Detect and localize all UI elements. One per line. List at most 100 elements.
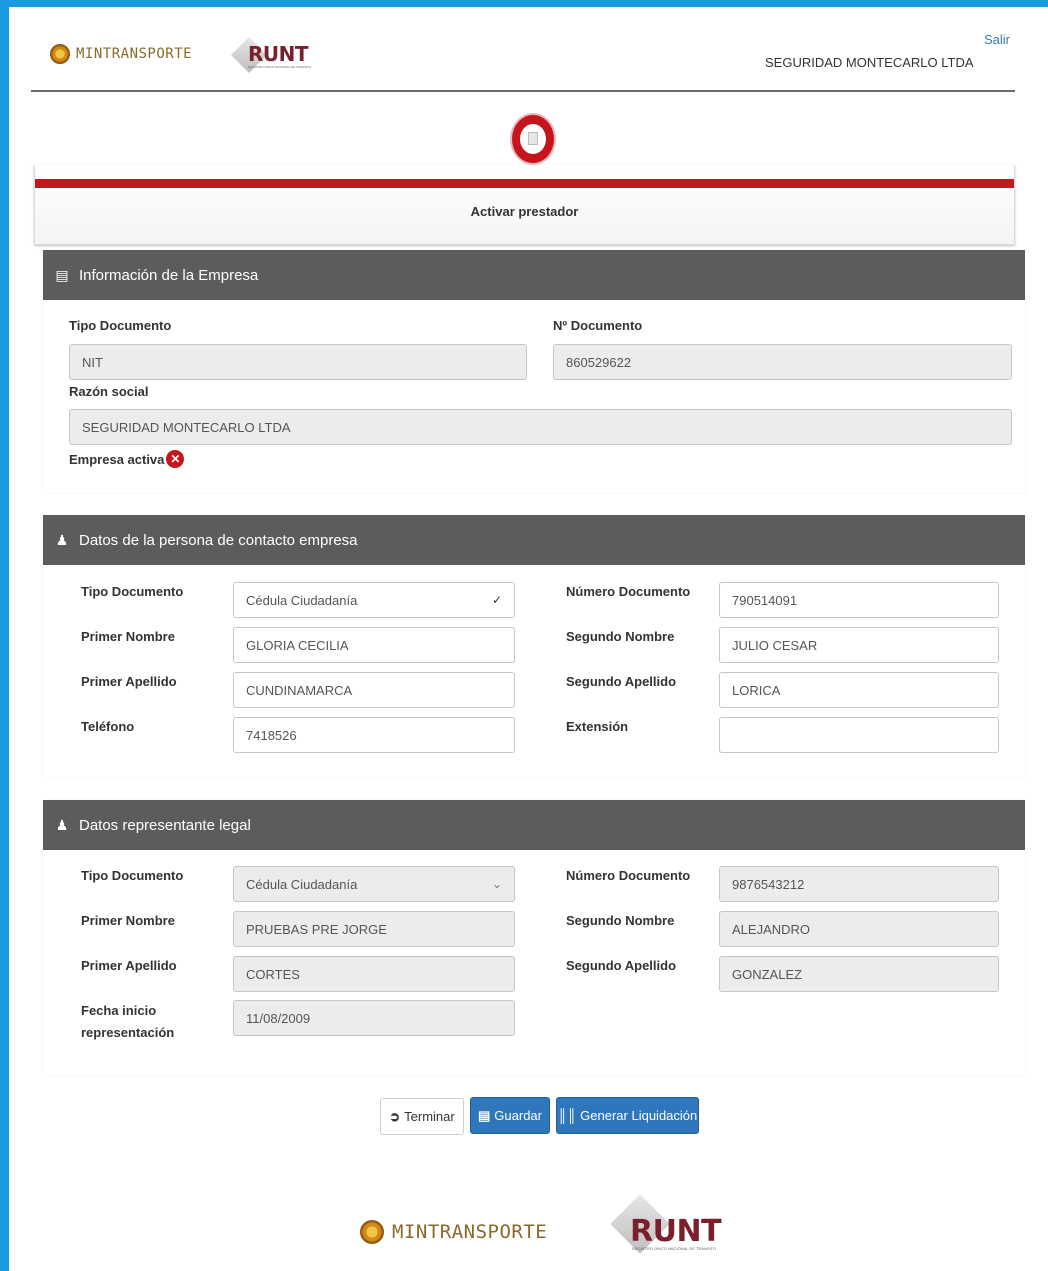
legal-rep-start-date-value: 11/08/2009 [246, 1010, 311, 1026]
footer-mintransporte-text: MINTRANSPORTE [392, 1221, 548, 1243]
contact-second-name-input[interactable]: JULIO CESAR [719, 627, 999, 663]
step-indicator [512, 115, 554, 163]
contact-first-surname-value: CUNDINAMARCA [246, 682, 353, 698]
legal-rep-second-surname-value: GONZALEZ [732, 966, 803, 982]
company-active-label: Empresa activa [69, 451, 165, 467]
header-company-name: SEGURIDAD MONTECARLO LTDA [765, 55, 974, 70]
step-progress-bar [35, 179, 1014, 188]
legal-rep-doc-type-value: Cédula Ciudadanía [246, 876, 358, 892]
contact-panel: ♟ Datos de la persona de contacto empres… [43, 515, 1025, 777]
contact-first-name-input[interactable]: GLORIA CECILIA [233, 627, 515, 663]
legal-rep-panel: ♟ Datos representante legal Tipo Documen… [43, 800, 1025, 1076]
chevron-down-icon: ⌄ [491, 877, 502, 891]
legal-rep-start-date-label-line1: Fecha inicio [81, 1003, 157, 1018]
contact-extension-input[interactable] [719, 717, 999, 753]
user-icon: ♟ [55, 531, 69, 548]
legal-rep-doc-type-select[interactable]: Cédula Ciudadanía ⌄ [233, 866, 515, 902]
terminate-button[interactable]: ➲ Terminar [380, 1098, 464, 1135]
exit-icon: ➲ [389, 1108, 401, 1124]
logout-link[interactable]: Salir [984, 32, 1010, 47]
footer-mintransporte-logo: MINTRANSPORTE [360, 1220, 547, 1244]
contact-header: ♟ Datos de la persona de contacto empres… [43, 515, 1025, 565]
contact-second-surname-value: LORICA [732, 682, 781, 698]
contact-doc-type-label: Tipo Documento [81, 584, 184, 599]
footer-runt-text: RUNT [630, 1214, 722, 1249]
terminate-button-label: Terminar [404, 1109, 455, 1124]
company-doc-number-field[interactable]: 860529622 [553, 344, 1012, 380]
mintransporte-logo: MINTRANSPORTE [50, 44, 192, 64]
legal-rep-doc-number-label: Número Documento [566, 868, 691, 883]
company-doc-type-value: NIT [82, 354, 103, 370]
contact-second-surname-input[interactable]: LORICA [719, 672, 999, 708]
contact-doc-number-input[interactable]: 790514091 [719, 582, 999, 618]
company-info-panel: ▤ Información de la Empresa Tipo Documen… [43, 250, 1025, 493]
legal-rep-start-date-label: Fecha inicio representación [81, 1000, 174, 1044]
legal-rep-first-name-field[interactable]: PRUEBAS PRE JORGE [233, 911, 515, 947]
contact-title: Datos de la persona de contacto empresa [79, 531, 358, 549]
contact-first-name-value: GLORIA CECILIA [246, 637, 349, 653]
save-button-label: Guardar [494, 1108, 542, 1123]
window-frame-left [0, 0, 9, 1271]
company-name-label: Razón social [69, 384, 149, 399]
footer-runt-subtitle: REGISTRO ÚNICO NACIONAL DE TRÁNSITO [632, 1246, 717, 1251]
contact-first-surname-label: Primer Apellido [81, 674, 177, 689]
user-icon: ♟ [55, 816, 69, 833]
legal-rep-second-surname-label: Segundo Apellido [566, 958, 677, 973]
colombia-seal-icon [50, 44, 70, 64]
company-name-field[interactable]: SEGURIDAD MONTECARLO LTDA [69, 409, 1012, 445]
company-info-header: ▤ Información de la Empresa [43, 250, 1025, 300]
legal-rep-first-surname-value: CORTES [246, 966, 300, 982]
contact-doc-number-value: 790514091 [732, 592, 798, 608]
contact-second-name-label: Segundo Nombre [566, 629, 675, 644]
contact-first-name-label: Primer Nombre [81, 629, 175, 644]
runt-logo-subtitle: REGISTRO ÚNICO NACIONAL DE TRÁNSITO [248, 65, 312, 69]
legal-rep-first-surname-label: Primer Apellido [81, 958, 177, 973]
company-doc-type-field[interactable]: NIT [69, 344, 527, 380]
legal-rep-first-name-label: Primer Nombre [81, 913, 175, 928]
contact-second-name-value: JULIO CESAR [732, 637, 818, 653]
legal-rep-second-surname-field[interactable]: GONZALEZ [719, 956, 999, 992]
colombia-seal-icon [360, 1220, 384, 1244]
legal-rep-title: Datos representante legal [79, 816, 251, 834]
legal-rep-second-name-label: Segundo Nombre [566, 913, 675, 928]
legal-rep-start-date-label-line2: representación [81, 1025, 175, 1040]
company-active-status: Empresa activa ✕ [69, 450, 185, 468]
x-circle-icon: ✕ [166, 450, 185, 468]
footer-runt-logo: RUNT REGISTRO ÚNICO NACIONAL DE TRÁNSITO [610, 1194, 732, 1256]
header-divider [31, 90, 1015, 92]
company-doc-type-label: Tipo Documento [69, 318, 172, 333]
legal-rep-second-name-field[interactable]: ALEJANDRO [719, 911, 999, 947]
legal-rep-first-name-value: PRUEBAS PRE JORGE [246, 921, 387, 937]
company-doc-number-value: 860529622 [566, 354, 632, 370]
legal-rep-doc-number-field[interactable]: 9876543212 [719, 866, 999, 902]
legal-rep-start-date-field[interactable]: 11/08/2009 [233, 1000, 515, 1036]
contact-doc-number-label: Número Documento [566, 584, 691, 599]
contact-doc-type-select[interactable]: Cédula Ciudadanía ✓ [233, 582, 515, 618]
contact-first-surname-input[interactable]: CUNDINAMARCA [233, 672, 515, 708]
legal-rep-first-surname-field[interactable]: CORTES [233, 956, 515, 992]
save-icon: ▤ [478, 1107, 491, 1123]
save-button[interactable]: ▤ Guardar [470, 1097, 550, 1134]
legal-rep-doc-type-label: Tipo Documento [81, 868, 184, 883]
mintransporte-logo-text: MINTRANSPORTE [76, 46, 193, 62]
contact-phone-input[interactable]: 7418526 [233, 717, 515, 753]
contact-phone-value: 7418526 [246, 727, 297, 743]
contact-extension-label: Extensión [566, 719, 629, 734]
legal-rep-doc-number-value: 9876543212 [732, 876, 805, 892]
contact-second-surname-label: Segundo Apellido [566, 674, 677, 689]
chevron-down-icon: ✓ [491, 593, 502, 607]
runt-logo-text: RUNT [248, 42, 309, 66]
company-doc-number-label: Nº Documento [553, 318, 643, 333]
contact-phone-label: Teléfono [81, 719, 135, 734]
generate-settlement-button[interactable]: ║║ Generar Liquidación [556, 1097, 699, 1134]
step-bar: Activar prestador [34, 165, 1015, 245]
company-info-title: Información de la Empresa [79, 266, 259, 284]
list-icon: ▤ [55, 266, 69, 283]
runt-logo: RUNT REGISTRO ÚNICO NACIONAL DE TRÁNSITO [230, 36, 322, 74]
step-label: Activar prestador [470, 204, 579, 219]
legal-rep-second-name-value: ALEJANDRO [732, 921, 811, 937]
document-icon [528, 132, 538, 145]
barcode-icon: ║║ [557, 1108, 577, 1123]
contact-doc-type-value: Cédula Ciudadanía [246, 592, 358, 608]
legal-rep-header: ♟ Datos representante legal [43, 800, 1025, 850]
